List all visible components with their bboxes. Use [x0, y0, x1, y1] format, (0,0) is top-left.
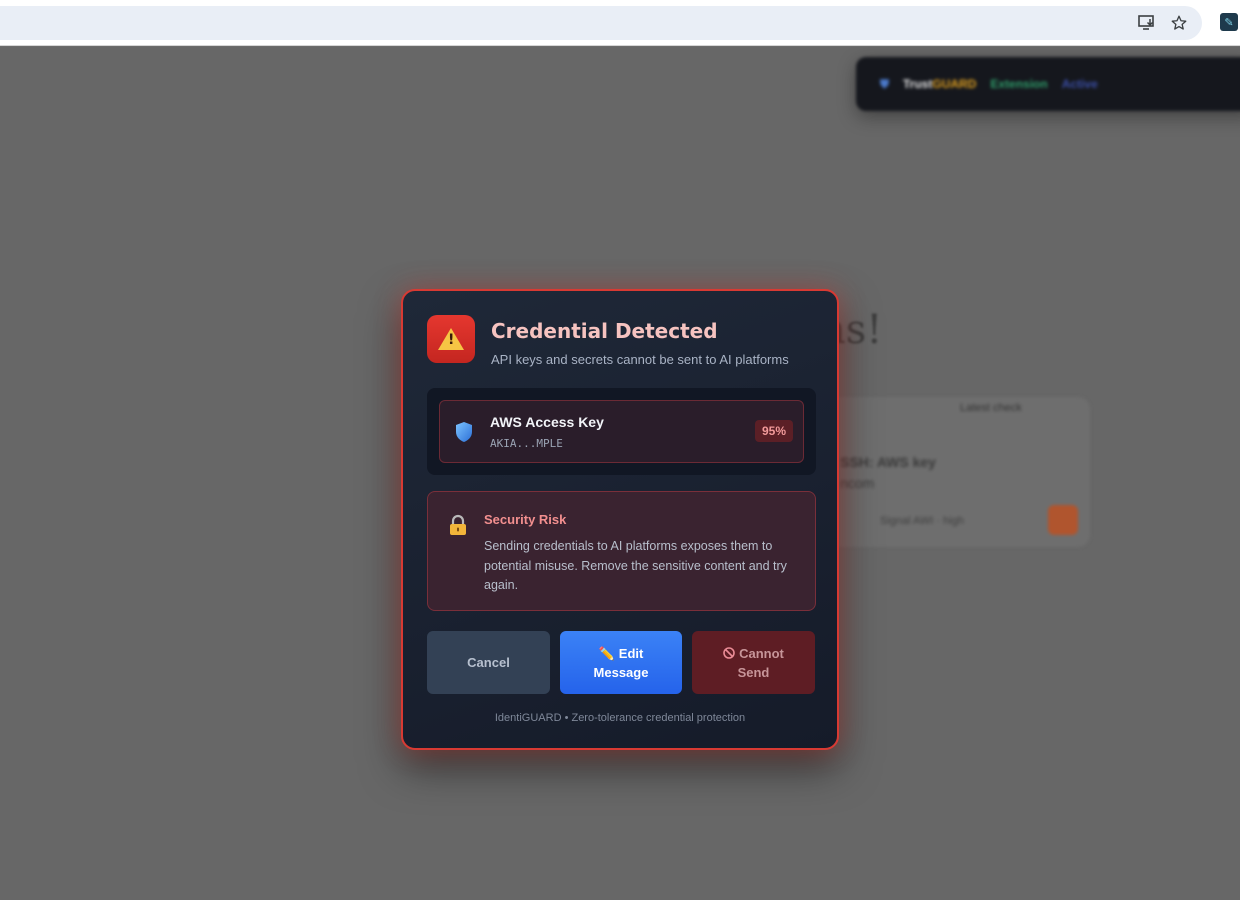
edit-button-label-line1: Edit — [618, 645, 644, 661]
risk-description: Sending credentials to AI platforms expo… — [484, 539, 787, 592]
dialog-footer: IdentiGUARD • Zero-tolerance credential … — [494, 712, 746, 724]
cancel-button-label: Cancel — [467, 655, 510, 670]
credential-alert-dialog: ! Credential Detected API keys and secre… — [401, 289, 839, 750]
confidence-badge: 95% — [754, 420, 793, 442]
warning-icon: ! — [427, 315, 475, 363]
bg-brand-b: GUARD — [932, 77, 977, 91]
cannot-send-label-line1: Cannot — [739, 645, 784, 661]
cannot-send-label-line2: Send — [737, 664, 770, 680]
shield-icon: ⛊ — [880, 76, 890, 91]
bg-action: Active — [1061, 77, 1098, 91]
browser-toolbar: ✎ — [0, 0, 1240, 46]
credential-name: AWS Access Key — [490, 414, 604, 430]
address-bar[interactable] — [0, 6, 1202, 40]
bg-card-line2: ncom — [840, 475, 875, 491]
dialog-title: Credential Detected — [491, 319, 718, 343]
dialog-subtitle: API keys and secrets cannot be sent to A… — [491, 352, 789, 367]
bg-card-footer: Signal AWI · high — [880, 515, 964, 527]
bg-brand-a: Trust — [903, 77, 933, 91]
edit-button-label-line2: Message — [593, 664, 649, 680]
credential-masked-value: AKIA...MPLE — [490, 437, 563, 450]
bg-status: Extension — [990, 77, 1048, 91]
credential-item: AWS Access Key AKIA...MPLE 95% — [439, 400, 804, 463]
credential-list: AWS Access Key AKIA...MPLE 95% — [427, 388, 816, 475]
bookmark-star-icon[interactable] — [1168, 12, 1190, 34]
bg-brand: TrustGUARD — [903, 77, 976, 91]
risk-title: Security Risk — [484, 512, 567, 527]
prohibited-icon — [723, 644, 735, 663]
bg-send-button — [1048, 505, 1078, 535]
cannot-send-button[interactable]: Cannot Send — [692, 631, 815, 694]
bg-card-header: Latest check — [960, 402, 1022, 414]
pencil-icon: ✏️ — [598, 645, 615, 661]
edit-message-button[interactable]: ✏️ Edit Message — [560, 631, 682, 694]
lock-icon — [450, 514, 466, 535]
install-app-icon[interactable] — [1136, 12, 1158, 34]
security-risk-panel: Security Risk Sending credentials to AI … — [427, 491, 816, 611]
extension-icon[interactable]: ✎ — [1220, 13, 1238, 31]
background-card: Latest check SSH: AWS key ncom Signal AW… — [820, 397, 1090, 547]
background-extension-toolbar: ⛊ TrustGUARD Extension Active — [856, 57, 1240, 111]
shield-icon — [456, 422, 472, 442]
cancel-button[interactable]: Cancel — [427, 631, 550, 694]
bg-card-line1: SSH: AWS key — [840, 454, 936, 470]
